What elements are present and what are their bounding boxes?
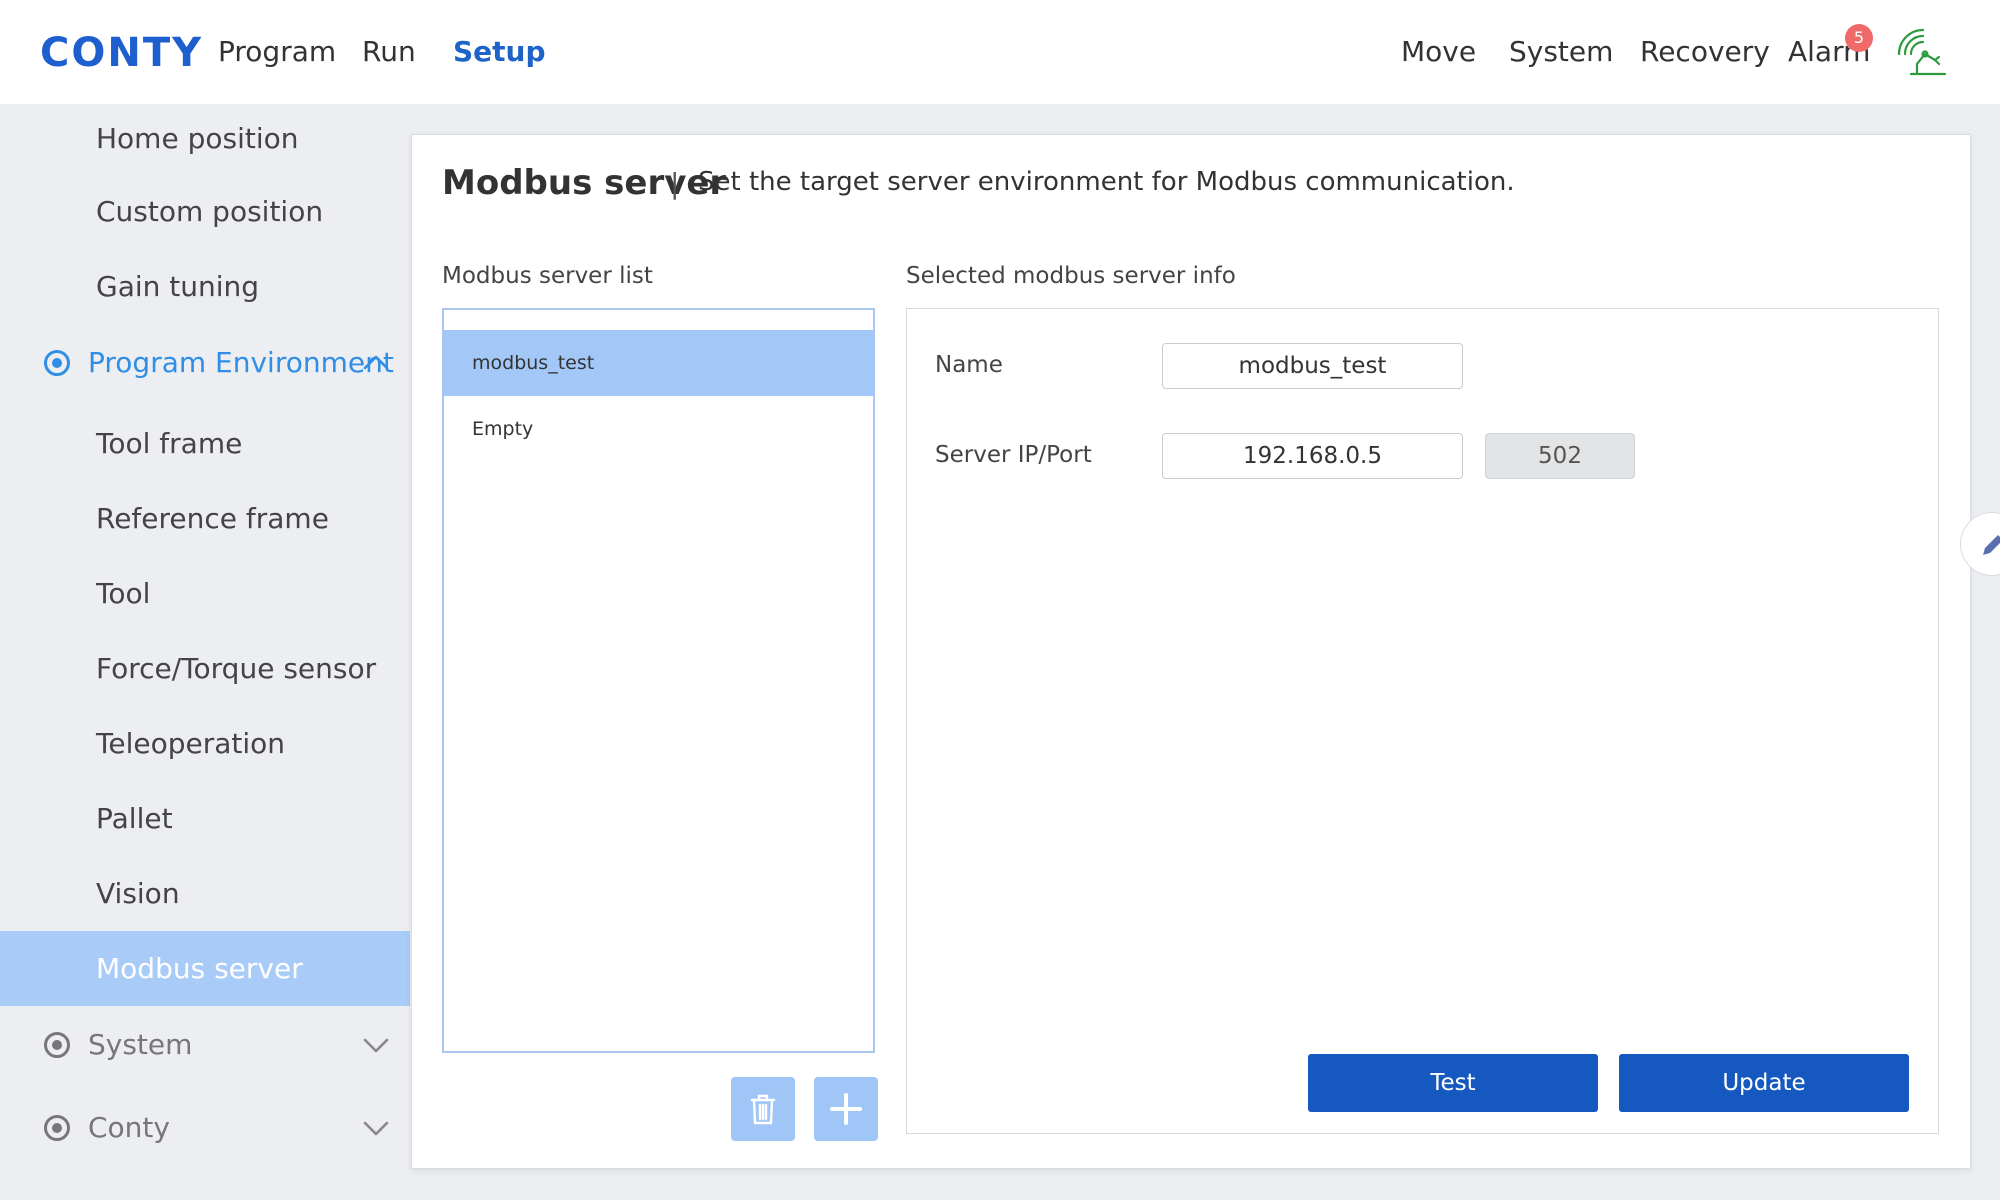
sidebar-item-custom-position[interactable]: Custom position bbox=[0, 174, 410, 249]
sidebar: Home position Custom position Gain tunin… bbox=[0, 104, 410, 1200]
sidebar-item-reference-frame[interactable]: Reference frame bbox=[0, 481, 410, 556]
sidebar-item-home-position[interactable]: Home position bbox=[0, 104, 410, 176]
sidebar-item-tool-frame[interactable]: Tool frame bbox=[0, 406, 410, 481]
robot-signal-icon[interactable] bbox=[1895, 24, 1951, 80]
plus-icon bbox=[830, 1093, 862, 1125]
modbus-server-panel: Modbus server | Set the target server en… bbox=[411, 134, 1971, 1169]
nav-move[interactable]: Move bbox=[1401, 35, 1476, 68]
server-ip-port-label: Server IP/Port bbox=[935, 442, 1092, 468]
server-list[interactable]: modbus_test Empty bbox=[442, 308, 875, 1053]
pencil-icon bbox=[1983, 535, 2000, 555]
sidebar-group-conty[interactable]: Conty bbox=[0, 1090, 410, 1165]
add-server-button[interactable] bbox=[814, 1077, 878, 1141]
sidebar-group-program-environment[interactable]: Program Environment bbox=[0, 325, 410, 400]
page-title: Modbus server bbox=[442, 163, 727, 203]
sidebar-item-pallet[interactable]: Pallet bbox=[0, 781, 410, 856]
nav-system[interactable]: System bbox=[1509, 35, 1613, 68]
trash-icon bbox=[750, 1094, 776, 1125]
sidebar-item-tool[interactable]: Tool bbox=[0, 556, 410, 631]
sidebar-group-system[interactable]: System bbox=[0, 1007, 410, 1082]
chevron-down-icon[interactable] bbox=[362, 1114, 390, 1142]
sidebar-group-label: System bbox=[88, 1028, 193, 1061]
update-button[interactable]: Update bbox=[1619, 1054, 1909, 1112]
name-field[interactable]: modbus_test bbox=[1162, 343, 1463, 389]
nav-recovery[interactable]: Recovery bbox=[1640, 35, 1770, 68]
server-port-field[interactable]: 502 bbox=[1485, 433, 1635, 479]
test-button[interactable]: Test bbox=[1308, 1054, 1598, 1112]
server-info-label: Selected modbus server info bbox=[906, 263, 1236, 289]
conty-logo[interactable]: CONTY bbox=[40, 30, 203, 76]
radio-selected-icon bbox=[44, 350, 70, 376]
delete-server-button[interactable] bbox=[731, 1077, 795, 1141]
title-separator: | bbox=[670, 167, 680, 200]
alarm-count-badge: 5 bbox=[1845, 24, 1873, 52]
chevron-down-icon[interactable] bbox=[362, 1031, 390, 1059]
nav-run[interactable]: Run bbox=[362, 35, 416, 68]
server-list-label: Modbus server list bbox=[442, 263, 653, 289]
name-label: Name bbox=[935, 352, 1003, 378]
sidebar-item-modbus-server[interactable]: Modbus server bbox=[0, 931, 410, 1006]
list-item[interactable]: Empty bbox=[444, 396, 873, 462]
chevron-up-icon[interactable] bbox=[362, 349, 390, 377]
server-ip-field[interactable]: 192.168.0.5 bbox=[1162, 433, 1463, 479]
page-description: Set the target server environment for Mo… bbox=[698, 167, 1515, 197]
sidebar-item-vision[interactable]: Vision bbox=[0, 856, 410, 931]
nav-program[interactable]: Program bbox=[218, 35, 336, 68]
top-bar: CONTY Program Run Setup Move System Reco… bbox=[0, 0, 2000, 104]
sidebar-item-gain-tuning[interactable]: Gain tuning bbox=[0, 249, 410, 324]
sidebar-group-label: Program Environment bbox=[88, 346, 394, 379]
list-item[interactable]: modbus_test bbox=[444, 330, 873, 396]
server-info-box: Name modbus_test Server IP/Port 192.168.… bbox=[906, 308, 1939, 1134]
sidebar-item-force-torque-sensor[interactable]: Force/Torque sensor bbox=[0, 631, 410, 706]
radio-icon bbox=[44, 1032, 70, 1058]
sidebar-item-teleoperation[interactable]: Teleoperation bbox=[0, 706, 410, 781]
radio-icon bbox=[44, 1115, 70, 1141]
sidebar-group-label: Conty bbox=[88, 1111, 170, 1144]
nav-setup[interactable]: Setup bbox=[453, 35, 546, 68]
